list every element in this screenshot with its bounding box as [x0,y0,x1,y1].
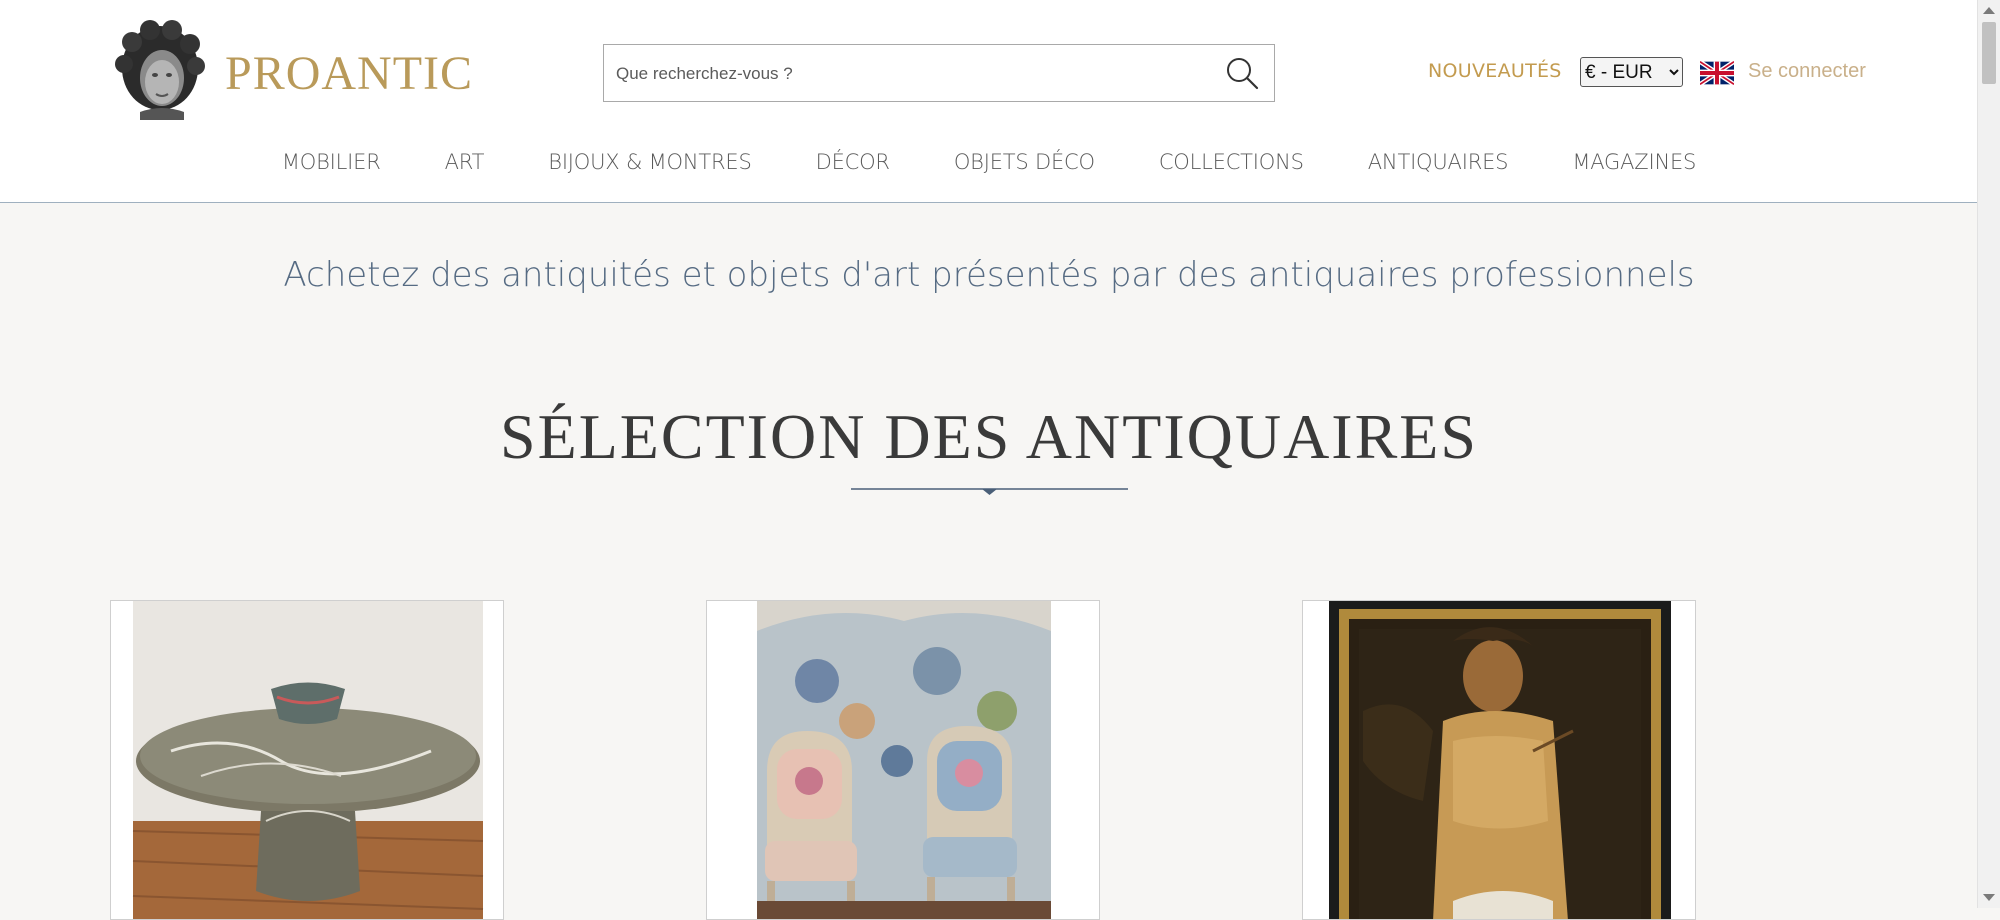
section-title: SÉLECTION DES ANTIQUAIRES [500,401,1478,472]
site-header: PROANTIC NOUVEAUTÉS € - EUR Se connecter… [0,0,1978,203]
nav-item-mobilier[interactable]: MOBILIER [250,150,413,180]
scroll-thumb[interactable] [1982,22,1996,84]
search-icon[interactable] [1224,55,1260,91]
nav-item-magazines[interactable]: MAGAZINES [1540,150,1728,180]
nav-item-collections[interactable]: COLLECTIONS [1127,150,1336,180]
hero-tagline: Achetez des antiquités et objets d'art p… [283,255,1695,295]
login-link[interactable]: Se connecter [1748,60,1866,83]
nav-item-antiquaires[interactable]: ANTIQUAIRES [1336,150,1541,180]
nav-item-bijoux-montres[interactable]: BIJOUX & MONTRES [516,150,783,180]
product-card-screen-armchairs[interactable] [706,600,1100,920]
title-divider [851,488,1128,495]
new-arrivals-link[interactable]: NOUVEAUTÉS [1428,60,1562,82]
search-box [603,44,1275,103]
search-input[interactable] [614,45,1208,103]
page-scrollbar[interactable] [1977,0,2000,908]
nav-item-objets-deco[interactable]: OBJETS DÉCO [922,150,1127,180]
product-card-painting[interactable] [1302,600,1696,920]
logo-bust-icon [115,20,205,120]
scroll-up-arrow[interactable] [1983,7,1995,14]
product-image-marble-table [111,601,503,919]
main-nav: MOBILIER ART BIJOUX & MONTRES DÉCOR OBJE… [0,150,1978,180]
currency-select[interactable]: € - EUR [1580,57,1683,87]
product-image-painting [1303,601,1695,919]
product-card-marble-table[interactable] [110,600,504,920]
site-logo[interactable]: PROANTIC [110,20,474,125]
nav-item-art[interactable]: ART [413,150,517,180]
scroll-down-arrow[interactable] [1983,894,1995,901]
product-image-screen-armchairs [707,601,1099,919]
nav-item-decor[interactable]: DÉCOR [784,150,922,180]
uk-flag-icon[interactable] [1700,60,1734,86]
brand-name: PROANTIC [225,47,474,100]
